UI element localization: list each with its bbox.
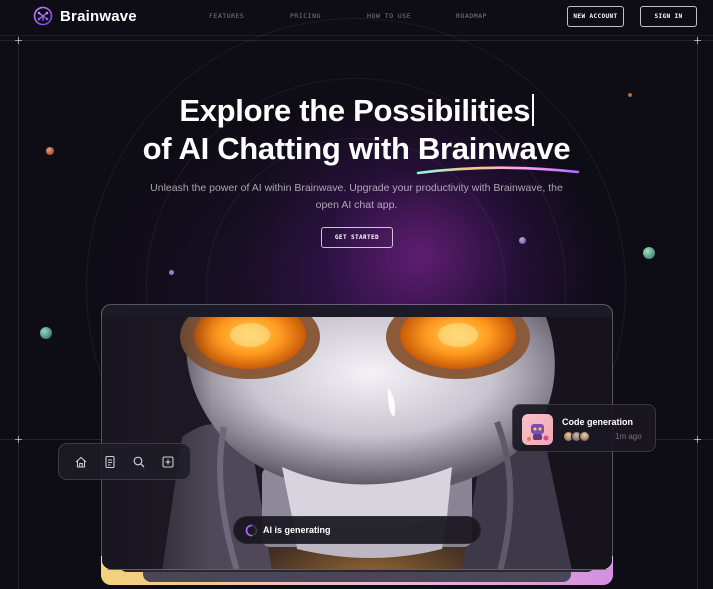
brand-name: Brainwave [60, 7, 137, 25]
frame-line-top [0, 40, 713, 41]
spinner-icon [245, 524, 258, 537]
ai-generating-status: AI is generating [233, 516, 481, 544]
orb-decoration [40, 327, 52, 339]
search-icon[interactable] [132, 455, 146, 469]
orb-decoration [519, 237, 526, 244]
site-header: Brainwave FEATURES PRICING HOW TO USE RO… [0, 0, 713, 36]
code-card-time: 1m ago [615, 432, 642, 441]
frame-line-left [18, 36, 19, 589]
sign-in-button[interactable]: SIGN IN [640, 6, 697, 27]
plus-marker-icon [694, 37, 701, 44]
orb-decoration [643, 247, 655, 259]
new-account-button[interactable]: NEW ACCOUNT [567, 6, 624, 27]
plus-marker-icon [15, 436, 22, 443]
ai-generating-text: AI is generating [263, 525, 331, 535]
nav-item-pricing[interactable]: PRICING [290, 12, 321, 20]
hero-title-line2: of AI Chatting with [142, 131, 418, 166]
document-icon[interactable] [103, 455, 117, 469]
code-generation-card[interactable]: Code generation 1m ago [512, 404, 656, 452]
brand-logo[interactable]: Brainwave [33, 6, 137, 26]
orb-decoration [169, 270, 174, 275]
collaborator-avatars [563, 431, 590, 442]
orb-decoration [628, 93, 632, 97]
avatar [579, 431, 590, 442]
plus-square-icon[interactable] [161, 455, 175, 469]
nav-item-roadmap[interactable]: ROADMAP [456, 12, 487, 20]
get-started-button[interactable]: GET STARTED [321, 227, 393, 248]
gradient-underline-icon [416, 166, 580, 175]
plus-marker-icon [15, 37, 22, 44]
hero-title-highlight: Brainwave [417, 131, 571, 166]
plus-marker-icon [694, 436, 701, 443]
nav-item-features[interactable]: FEATURES [209, 12, 244, 20]
code-card-title: Code generation [562, 417, 634, 427]
robot-thumbnail-icon [522, 414, 553, 445]
text-cursor [532, 94, 534, 126]
home-icon[interactable] [74, 455, 88, 469]
nav-item-how-to-use[interactable]: HOW TO USE [367, 12, 411, 20]
hero-title-line1: Explore the Possibilities [179, 93, 531, 128]
hero-subtitle: Unleash the power of AI within Brainwave… [150, 182, 563, 211]
brain-circuit-icon [33, 6, 53, 26]
quick-actions-toolbar [58, 443, 191, 480]
orb-decoration [46, 147, 54, 155]
frame-line-right [697, 36, 698, 589]
hero-title: Explore the Possibilities of AI Chatting… [60, 92, 653, 175]
